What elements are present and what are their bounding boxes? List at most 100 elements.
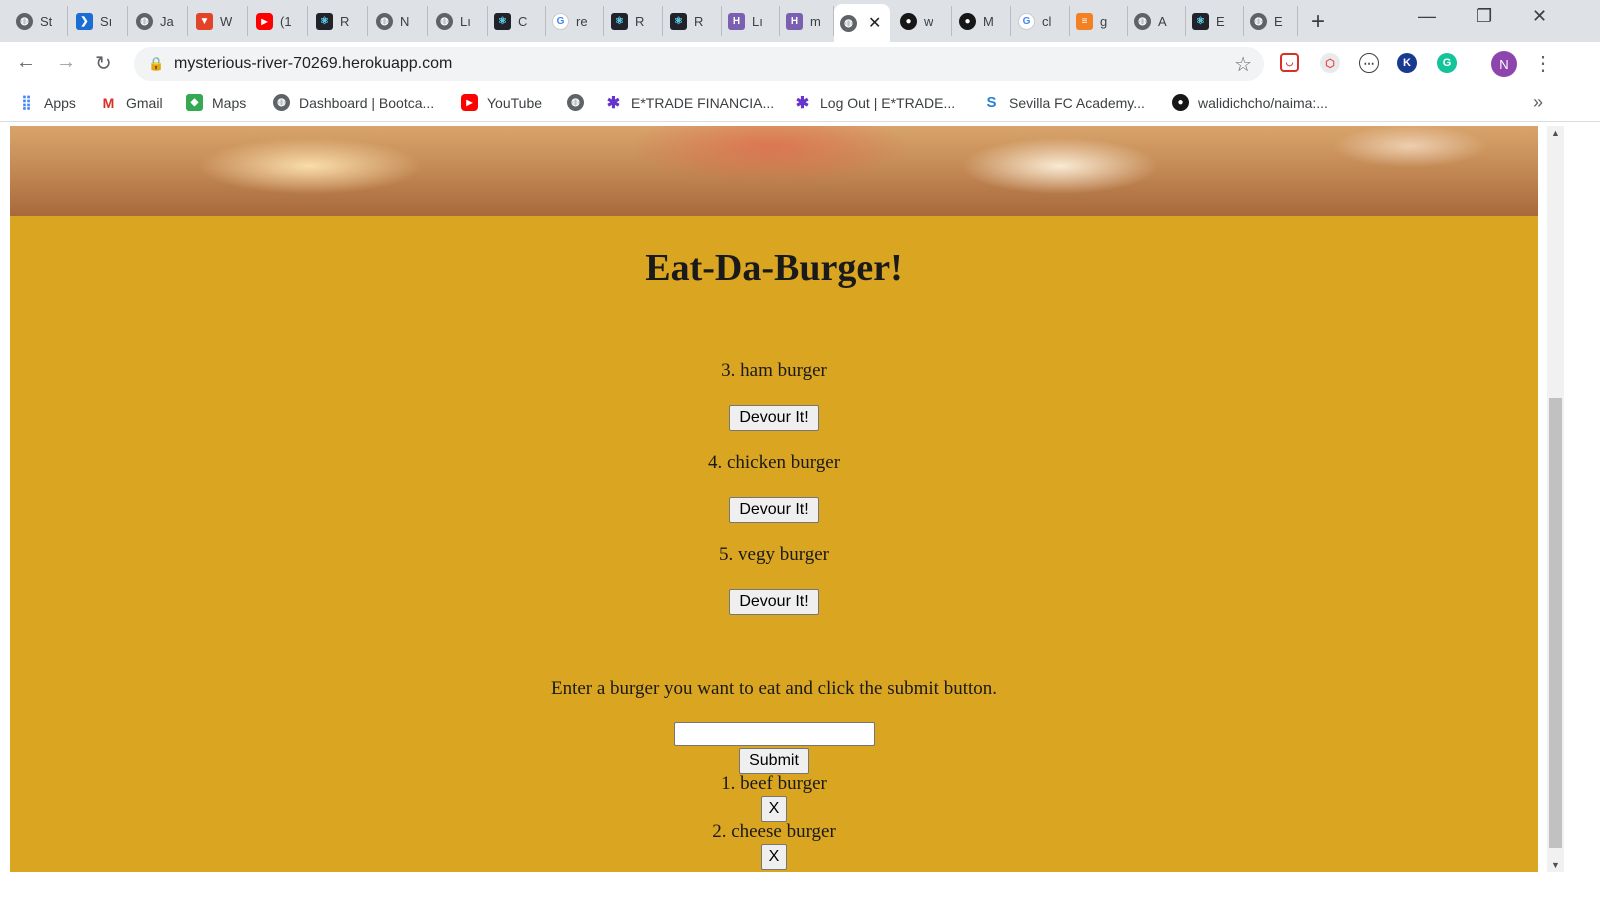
browser-tab[interactable]: ⚛ R <box>605 6 663 36</box>
browser-tab[interactable]: ◍ Ja <box>130 6 188 36</box>
address-bar[interactable]: 🔒 mysterious-river-70269.herokuapp.com ☆ <box>134 47 1264 81</box>
tab-label: W <box>220 13 233 29</box>
bookmark-label: Maps <box>212 94 247 111</box>
scroll-up-arrow-icon[interactable]: ▲ <box>1551 128 1560 138</box>
browser-tab[interactable]: G cl <box>1012 6 1070 36</box>
browser-tab[interactable]: ◍ Lı <box>430 6 488 36</box>
bookmark-item[interactable]: M Gmail <box>100 94 163 111</box>
tab-label: Lı <box>752 13 763 29</box>
browser-tab[interactable]: ≡ g <box>1070 6 1128 36</box>
browser-tab-active[interactable]: ◍ ✕ <box>834 4 890 42</box>
browser-tab[interactable]: ⚛ E <box>1186 6 1244 36</box>
scroll-down-arrow-icon[interactable]: ▼ <box>1551 860 1560 870</box>
browser-tab[interactable]: ▶ (1 <box>250 6 308 36</box>
bookmark-label: E*TRADE FINANCIA... <box>631 94 775 111</box>
scrollbar-thumb[interactable] <box>1549 398 1562 848</box>
reload-icon[interactable]: ↻ <box>95 51 112 76</box>
bookmark-label: Sevilla FC Academy... <box>1009 94 1145 111</box>
youtube-icon: ▶ <box>256 12 273 30</box>
tab-label: cl <box>1042 13 1052 29</box>
close-icon[interactable]: ✕ <box>868 13 881 33</box>
bookmark-label: YouTube <box>487 94 543 111</box>
browser-tab[interactable]: ⚛ R <box>310 6 368 36</box>
react-icon: ⚛ <box>494 12 511 30</box>
main-content: Eat-Da-Burger! 3. ham burger Devour It! … <box>10 216 1538 872</box>
pocket-extension-icon[interactable]: ◡ <box>1280 53 1299 72</box>
etrade-icon: ✱ <box>794 94 811 112</box>
tab-label: C <box>518 13 528 29</box>
globe-icon: ◍ <box>136 12 153 30</box>
google-icon: G <box>552 12 569 30</box>
tab-label: A <box>1158 13 1167 29</box>
chevron-right-icon[interactable]: » <box>1533 92 1543 113</box>
browser-tab[interactable]: ❯ Sı <box>70 6 128 36</box>
browser-tab[interactable]: ● M <box>953 6 1011 36</box>
browser-tab[interactable]: ◍ N <box>370 6 428 36</box>
url-text[interactable]: mysterious-river-70269.herokuapp.com <box>174 55 452 73</box>
hero-image <box>10 126 1538 216</box>
browser-menu-icon[interactable]: ⋮ <box>1533 51 1553 76</box>
burger-name-input[interactable] <box>673 722 875 746</box>
profile-avatar[interactable]: N <box>1491 51 1517 77</box>
k-extension-icon[interactable]: K <box>1397 53 1417 73</box>
browser-tab-strip: ◍ St ❯ Sı ◍ Ja ▼ W ▶ (1 ⚛ R ◍ N ◍ Lı ⚛ C… <box>0 0 1600 42</box>
page-bottom-edge <box>0 872 1600 900</box>
bookmark-label: walidichcho/naima:... <box>1198 94 1328 111</box>
vertical-scrollbar[interactable]: ▲ ▼ <box>1547 126 1564 872</box>
bookmark-item[interactable]: ✱ E*TRADE FINANCIA... <box>605 94 775 112</box>
bookmark-star-icon[interactable]: ☆ <box>1234 52 1252 77</box>
devour-button[interactable]: Devour It! <box>729 497 819 523</box>
bookmark-item[interactable]: ▶ YouTube <box>461 94 542 111</box>
google-icon: G <box>1018 12 1035 30</box>
sevilla-icon: S <box>983 94 1000 111</box>
bookmark-label: Dashboard | Bootca... <box>299 94 435 111</box>
web-page: Eat-Da-Burger! 3. ham burger Devour It! … <box>0 126 1600 900</box>
bookmark-item[interactable]: ◍ Dashboard | Bootca... <box>273 94 434 111</box>
browser-tab[interactable]: ▼ W <box>190 6 248 36</box>
bookmark-item[interactable]: S Sevilla FC Academy... <box>983 94 1145 111</box>
heroku-icon: H <box>728 12 745 30</box>
tab-label: E <box>1274 13 1283 29</box>
lock-icon[interactable]: 🔒 <box>148 56 164 72</box>
browser-tab[interactable]: H Lı <box>722 6 780 36</box>
bookmark-label: Log Out | E*TRADE... <box>820 94 956 111</box>
window-close-icon[interactable]: ✕ <box>1532 6 1547 27</box>
back-arrow-icon[interactable]: ← <box>16 51 36 74</box>
browser-tab[interactable]: ⚛ C <box>488 6 546 36</box>
tab-label: R <box>635 13 645 29</box>
browser-tab[interactable]: ◍ St <box>10 6 68 36</box>
page-title: Eat-Da-Burger! <box>645 247 903 289</box>
devour-button[interactable]: Devour It! <box>729 405 819 431</box>
browser-tab[interactable]: ● w <box>894 6 952 36</box>
maps-icon: ◆ <box>186 94 203 111</box>
delete-burger-button[interactable]: X <box>760 844 788 870</box>
devour-button[interactable]: Devour It! <box>729 589 819 615</box>
delete-burger-button[interactable]: X <box>760 796 788 822</box>
stackoverflow-icon: ≡ <box>1076 12 1093 30</box>
bookmark-item[interactable]: ✱ Log Out | E*TRADE... <box>794 94 956 112</box>
tab-label: Ja <box>160 13 174 29</box>
globe-icon: ◍ <box>1250 12 1267 30</box>
grammarly-icon[interactable]: G <box>1437 53 1457 73</box>
bookmark-item[interactable]: ◆ Maps <box>186 94 246 111</box>
bookmark-item[interactable]: ⣿ Apps <box>18 94 76 111</box>
bookmark-item[interactable]: ● walidichcho/naima:... <box>1172 94 1328 111</box>
new-tab-icon[interactable]: + <box>1311 8 1325 36</box>
globe-icon: ◍ <box>567 94 584 111</box>
react-icon: ⚛ <box>670 12 687 30</box>
bookmark-item[interactable]: ◍ <box>567 94 593 111</box>
minimize-icon[interactable]: — <box>1418 6 1436 27</box>
extension-icon[interactable]: ⋯ <box>1359 53 1379 73</box>
github-icon: ● <box>900 12 917 30</box>
submit-button[interactable]: Submit <box>739 748 809 774</box>
tab-label: N <box>400 13 410 29</box>
browser-tab[interactable]: H m <box>780 6 834 36</box>
restore-icon[interactable]: ❐ <box>1476 6 1492 27</box>
forward-arrow-icon[interactable]: → <box>56 51 76 74</box>
extension-badge-icon[interactable]: ⬡ <box>1320 53 1340 73</box>
youtube-icon: ▶ <box>461 94 478 111</box>
browser-tab[interactable]: ◍ A <box>1128 6 1186 36</box>
browser-tab[interactable]: ◍ E <box>1244 6 1298 36</box>
browser-tab[interactable]: ⚛ R <box>664 6 722 36</box>
browser-tab[interactable]: G re <box>546 6 604 36</box>
